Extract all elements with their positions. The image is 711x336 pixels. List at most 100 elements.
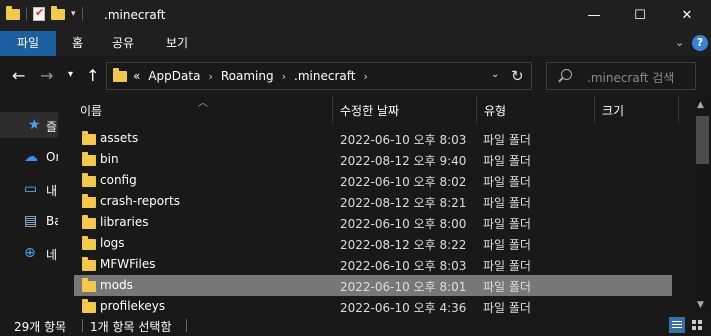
file-row[interactable]: logs 2022-08-12 오후 8:22 파일 폴더 xyxy=(74,233,672,254)
column-divider[interactable] xyxy=(594,96,595,123)
folder-icon xyxy=(82,257,96,271)
file-type: 파일 폴더 xyxy=(483,238,531,252)
item-count: 29개 항목 xyxy=(14,320,67,334)
large-icons-view-icon[interactable] xyxy=(689,317,705,333)
back-button[interactable]: ← xyxy=(12,66,25,85)
file-row[interactable]: MFWFiles 2022-06-10 오후 8:03 파일 폴더 xyxy=(74,254,672,275)
title-bar: ▾ .minecraft — ☐ ✕ xyxy=(0,0,711,31)
file-date: 2022-06-10 오후 8:03 xyxy=(340,133,467,147)
status-bar: 29개 항목 1개 항목 선택함 xyxy=(0,314,711,336)
column-size[interactable]: 크기 xyxy=(602,102,624,119)
column-header-row: ︿ 이름 수정한 날짜 유형 크기 xyxy=(58,96,694,123)
tab-file[interactable]: 파일 xyxy=(0,31,56,56)
file-type: 파일 폴더 xyxy=(483,301,531,314)
search-box[interactable]: .minecraft 검색 xyxy=(546,62,696,90)
folder-icon xyxy=(82,236,96,250)
tab-view[interactable]: 보기 xyxy=(166,31,188,56)
star-icon: ★ xyxy=(28,117,41,133)
breadcrumb-appdata[interactable]: AppData xyxy=(148,69,200,83)
scroll-down-icon[interactable]: ▼ xyxy=(697,300,704,310)
search-input[interactable]: .minecraft 검색 xyxy=(587,69,674,86)
breadcrumb-minecraft[interactable]: .minecraft xyxy=(294,69,355,83)
minimize-button[interactable]: — xyxy=(571,0,617,31)
file-row[interactable]: crash-reports 2022-08-12 오후 8:21 파일 폴더 xyxy=(74,191,672,212)
file-date: 2022-08-12 오후 9:40 xyxy=(340,154,467,168)
nav-item-label: 네 xyxy=(46,248,58,262)
file-row[interactable]: bin 2022-08-12 오후 9:40 파일 폴더 xyxy=(74,149,672,170)
column-name[interactable]: 이름 xyxy=(80,102,102,119)
status-divider xyxy=(186,319,187,332)
nav-item-this-pc[interactable]: ▭ 내 xyxy=(0,176,58,202)
column-divider[interactable] xyxy=(476,96,477,123)
file-name: mods xyxy=(100,278,133,292)
expand-ribbon-icon[interactable]: ⌄ xyxy=(675,36,684,49)
cloud-icon: ☁ xyxy=(24,149,38,165)
tab-share[interactable]: 공유 xyxy=(112,31,134,56)
scrollbar-thumb[interactable] xyxy=(696,116,709,164)
new-folder-icon[interactable] xyxy=(51,5,65,20)
file-name: logs xyxy=(100,236,125,250)
recent-locations-button[interactable]: ▾ xyxy=(68,69,73,80)
file-row[interactable]: libraries 2022-06-10 오후 8:00 파일 폴더 xyxy=(74,212,672,233)
file-type: 파일 폴더 xyxy=(483,175,531,189)
maximize-button[interactable]: ☐ xyxy=(617,0,663,31)
window-title: .minecraft xyxy=(104,8,166,22)
properties-icon[interactable] xyxy=(33,6,45,21)
file-row[interactable]: config 2022-06-10 오후 8:02 파일 폴더 xyxy=(74,170,672,191)
file-type: 파일 폴더 xyxy=(483,196,531,210)
file-name: profilekeys xyxy=(100,299,166,313)
file-date: 2022-08-12 오후 8:22 xyxy=(340,238,467,252)
file-name: MFWFiles xyxy=(100,257,156,271)
nav-item-quick-access[interactable]: ★ 즐 xyxy=(0,112,58,138)
chevron-right-icon[interactable]: › xyxy=(282,70,286,83)
nav-item-label: Ba xyxy=(46,214,58,228)
up-button[interactable]: ↑ xyxy=(86,66,99,85)
chevron-down-icon[interactable]: ▾ xyxy=(71,9,76,19)
breadcrumb: « AppData › Roaming › .minecraft › xyxy=(133,69,368,83)
file-date: 2022-06-10 오후 8:03 xyxy=(340,259,467,273)
file-date: 2022-08-12 오후 8:21 xyxy=(340,196,467,210)
file-row-selected[interactable]: mods 2022-06-10 오후 8:01 파일 폴더 xyxy=(74,275,672,296)
address-history-dropdown[interactable]: ⌄ xyxy=(491,69,499,80)
status-divider xyxy=(82,319,83,332)
folder-icon xyxy=(113,68,127,82)
library-icon: ▤ xyxy=(24,213,38,229)
folder-icon xyxy=(82,131,96,145)
close-button[interactable]: ✕ xyxy=(664,0,710,31)
vertical-scrollbar[interactable]: ▲ ▼ xyxy=(694,96,711,314)
column-type[interactable]: 유형 xyxy=(484,102,506,119)
chevron-right-icon[interactable]: › xyxy=(208,70,212,83)
tab-home[interactable]: 홈 xyxy=(72,31,83,56)
nav-item-label: 즐 xyxy=(46,120,58,134)
folder-icon xyxy=(82,278,96,292)
column-divider[interactable] xyxy=(332,96,333,123)
selection-count: 1개 항목 선택함 xyxy=(90,320,172,334)
breadcrumb-roaming[interactable]: Roaming xyxy=(221,69,274,83)
folder-icon xyxy=(82,194,96,208)
help-icon[interactable]: ? xyxy=(692,35,708,51)
column-divider[interactable] xyxy=(678,96,679,123)
nav-item-network[interactable]: ⊕ 네 xyxy=(0,240,58,266)
file-type: 파일 폴더 xyxy=(483,259,531,273)
scroll-up-icon[interactable]: ▲ xyxy=(697,100,704,110)
navigation-pane: ★ 즐 ☁ On ▭ 내 ▤ Ba ⊕ 네 xyxy=(0,96,58,314)
nav-item-onedrive[interactable]: ☁ On xyxy=(0,144,58,170)
chevron-right-icon[interactable]: › xyxy=(363,70,367,83)
forward-button[interactable]: → xyxy=(40,66,53,85)
sort-ascending-icon: ︿ xyxy=(198,98,208,109)
file-date: 2022-06-10 오후 4:36 xyxy=(340,301,467,314)
file-name: config xyxy=(100,173,137,187)
file-row[interactable]: assets 2022-06-10 오후 8:03 파일 폴더 xyxy=(74,128,672,149)
refresh-icon[interactable]: ↻ xyxy=(511,67,524,85)
address-bar[interactable]: « AppData › Roaming › .minecraft › ⌄ ↻ xyxy=(106,62,532,90)
file-name: crash-reports xyxy=(100,194,180,208)
breadcrumb-overflow[interactable]: « xyxy=(133,69,140,83)
nav-item-libraries[interactable]: ▤ Ba xyxy=(0,208,58,234)
file-row[interactable]: profilekeys 2022-06-10 오후 4:36 파일 폴더 xyxy=(74,296,672,314)
folder-icon xyxy=(6,5,20,20)
folder-icon xyxy=(82,215,96,229)
search-icon xyxy=(561,69,572,80)
details-view-icon[interactable] xyxy=(669,317,685,333)
file-list: ︿ 이름 수정한 날짜 유형 크기 assets 2022-06-10 오후 8… xyxy=(58,96,694,314)
column-date[interactable]: 수정한 날짜 xyxy=(340,102,399,119)
